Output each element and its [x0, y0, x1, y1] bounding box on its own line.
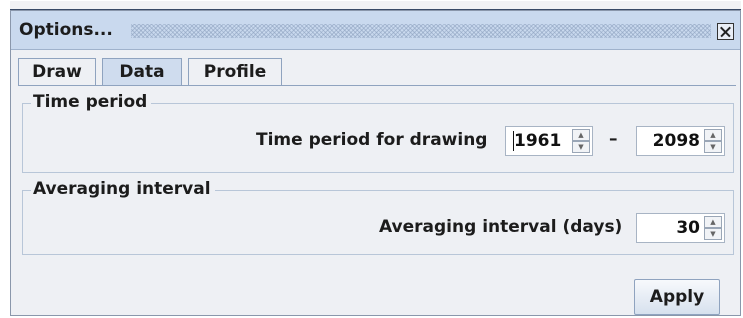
tab-profile[interactable]: Profile [188, 58, 282, 85]
time-period-group: Time period Time period for drawing 1961… [22, 92, 734, 173]
chevron-up-icon[interactable]: ▲ [704, 216, 722, 228]
start-year-value: 1961 [514, 131, 562, 151]
averaging-spinner[interactable]: 30 ▲ ▼ [636, 213, 725, 243]
averaging-label: Averaging interval (days) [379, 217, 623, 237]
chevron-down-icon[interactable]: ▼ [704, 141, 722, 153]
averaging-value: 30 [676, 218, 700, 238]
tab-draw-label: Draw [32, 62, 82, 82]
window-title: Options... [19, 20, 113, 40]
tab-draw[interactable]: Draw [18, 58, 96, 85]
time-period-group-title: Time period [31, 92, 152, 112]
apply-button[interactable]: Apply [634, 279, 720, 315]
averaging-group-title: Averaging interval [31, 179, 215, 199]
tab-profile-label: Profile [203, 62, 267, 82]
drag-grip[interactable] [131, 24, 711, 38]
time-period-label: Time period for drawing [256, 130, 488, 150]
range-separator: – [609, 129, 618, 149]
options-window: Options... Draw Data Profile Time period… [10, 1, 741, 316]
chevron-down-icon[interactable]: ▼ [704, 228, 722, 240]
end-year-spinner[interactable]: 2098 ▲ ▼ [636, 126, 725, 156]
chevron-up-icon[interactable]: ▲ [704, 129, 722, 141]
close-icon[interactable] [717, 23, 734, 40]
tab-data-label: Data [119, 62, 165, 82]
averaging-group: Averaging interval Averaging interval (d… [22, 179, 734, 255]
tab-divider [18, 85, 736, 86]
chevron-down-icon[interactable]: ▼ [572, 141, 590, 153]
chevron-up-icon[interactable]: ▲ [572, 129, 590, 141]
end-year-value: 2098 [652, 131, 700, 151]
start-year-spinner[interactable]: 1961 ▲ ▼ [505, 126, 593, 156]
tab-data[interactable]: Data [102, 58, 182, 86]
title-bar[interactable]: Options... [11, 11, 740, 50]
